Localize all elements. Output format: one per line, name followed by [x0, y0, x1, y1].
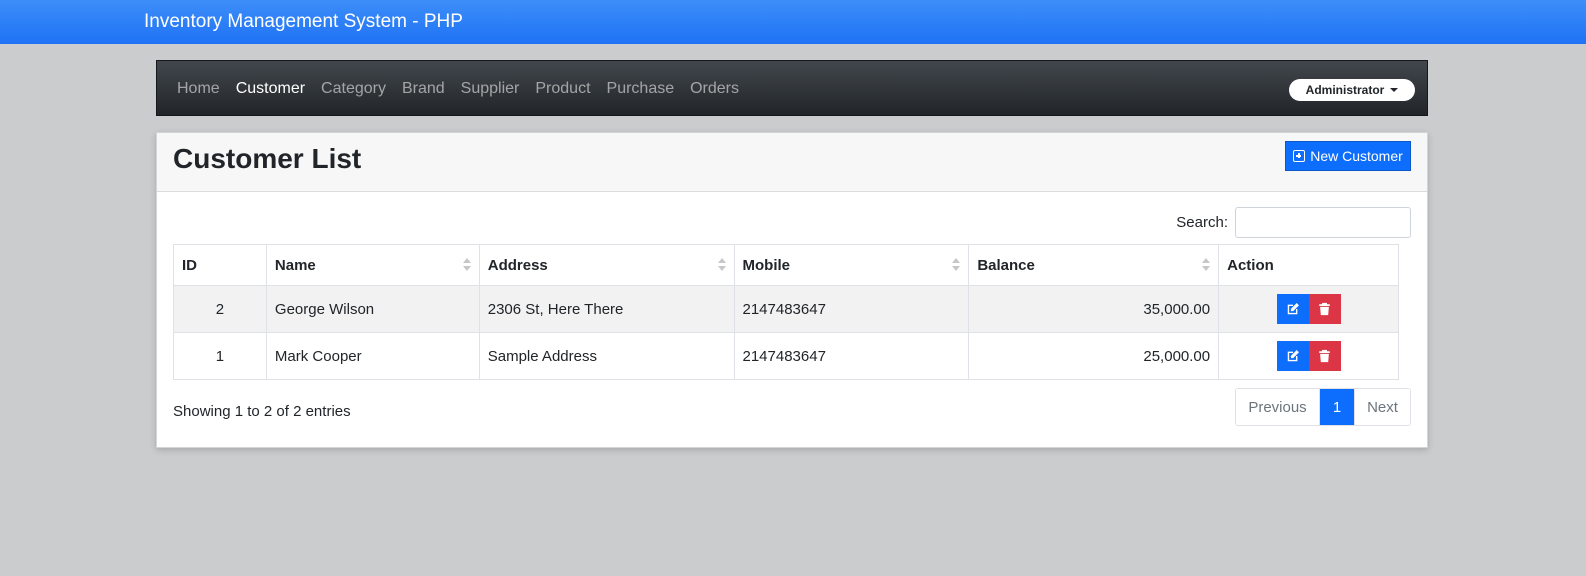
- pagination: Previous 1 Next: [1235, 388, 1411, 426]
- column-header-mobile[interactable]: Mobile: [733, 244, 970, 286]
- customer-table: ID Name Address Mobile Balance Action 2 …: [173, 244, 1399, 380]
- column-header-name[interactable]: Name: [265, 244, 480, 286]
- app-header: Inventory Management System - PHP: [0, 0, 1586, 44]
- delete-button[interactable]: [1308, 294, 1341, 324]
- user-menu-label: Administrator: [1305, 83, 1385, 97]
- sort-icon: [952, 258, 961, 272]
- app-title: Inventory Management System - PHP: [144, 11, 463, 32]
- cell-name: Mark Cooper: [265, 332, 480, 380]
- table-info: Showing 1 to 2 of 2 entries: [173, 403, 351, 420]
- new-customer-label: New Customer: [1310, 148, 1403, 164]
- pagination-next[interactable]: Next: [1354, 389, 1410, 425]
- new-customer-button[interactable]: New Customer: [1285, 141, 1411, 171]
- sort-icon: [1202, 258, 1211, 272]
- table-row: 2 George Wilson 2306 St, Here There 2147…: [173, 285, 1399, 333]
- cell-address: 2306 St, Here There: [478, 285, 735, 333]
- nav-item-product[interactable]: Product: [535, 80, 590, 98]
- column-header-balance[interactable]: Balance: [968, 244, 1220, 286]
- cell-mobile: 2147483647: [733, 285, 970, 333]
- delete-button[interactable]: [1308, 341, 1341, 371]
- nav-item-home[interactable]: Home: [177, 80, 220, 98]
- user-menu-button[interactable]: Administrator: [1289, 79, 1415, 101]
- column-header-id[interactable]: ID: [173, 244, 267, 286]
- nav-item-category[interactable]: Category: [321, 80, 386, 98]
- cell-actions: [1218, 332, 1399, 380]
- edit-icon: [1287, 350, 1299, 362]
- cell-id: 1: [173, 332, 267, 380]
- edit-icon: [1287, 303, 1299, 315]
- cell-id: 2: [173, 285, 267, 333]
- page-title: Customer List: [173, 143, 362, 174]
- search-label: Search:: [1176, 214, 1228, 231]
- nav-item-supplier[interactable]: Supplier: [461, 80, 520, 98]
- sort-icon: [717, 258, 726, 272]
- cell-balance: 35,000.00: [968, 285, 1220, 333]
- cell-mobile: 2147483647: [733, 332, 970, 380]
- table-header-row: ID Name Address Mobile Balance Action: [173, 244, 1399, 286]
- trash-icon: [1319, 302, 1330, 316]
- nav-item-purchase[interactable]: Purchase: [607, 80, 675, 98]
- edit-button[interactable]: [1276, 341, 1309, 371]
- search-input[interactable]: [1235, 207, 1411, 238]
- search-bar: Search:: [1176, 207, 1411, 238]
- cell-actions: [1218, 285, 1399, 333]
- table-row: 1 Mark Cooper Sample Address 2147483647 …: [173, 332, 1399, 380]
- edit-button[interactable]: [1276, 294, 1309, 324]
- cell-balance: 25,000.00: [968, 332, 1220, 380]
- cell-address: Sample Address: [478, 332, 735, 380]
- customer-list-card: Customer List New Customer Search: ID Na…: [156, 132, 1428, 448]
- nav-item-orders[interactable]: Orders: [690, 80, 739, 98]
- pagination-page-1[interactable]: 1: [1320, 389, 1354, 425]
- nav-item-brand[interactable]: Brand: [402, 80, 445, 98]
- main-navbar: Home Customer Category Brand Supplier Pr…: [156, 60, 1428, 116]
- column-header-address[interactable]: Address: [478, 244, 735, 286]
- trash-icon: [1319, 349, 1330, 363]
- card-header: Customer List New Customer: [157, 133, 1427, 192]
- cell-name: George Wilson: [265, 285, 480, 333]
- caret-down-icon: [1390, 88, 1399, 92]
- nav-menu: Home Customer Category Brand Supplier Pr…: [177, 61, 755, 117]
- nav-item-customer[interactable]: Customer: [236, 80, 305, 98]
- plus-square-icon: [1293, 150, 1306, 162]
- pagination-previous[interactable]: Previous: [1236, 389, 1320, 425]
- sort-icon: [462, 258, 471, 272]
- column-header-action: Action: [1218, 244, 1399, 286]
